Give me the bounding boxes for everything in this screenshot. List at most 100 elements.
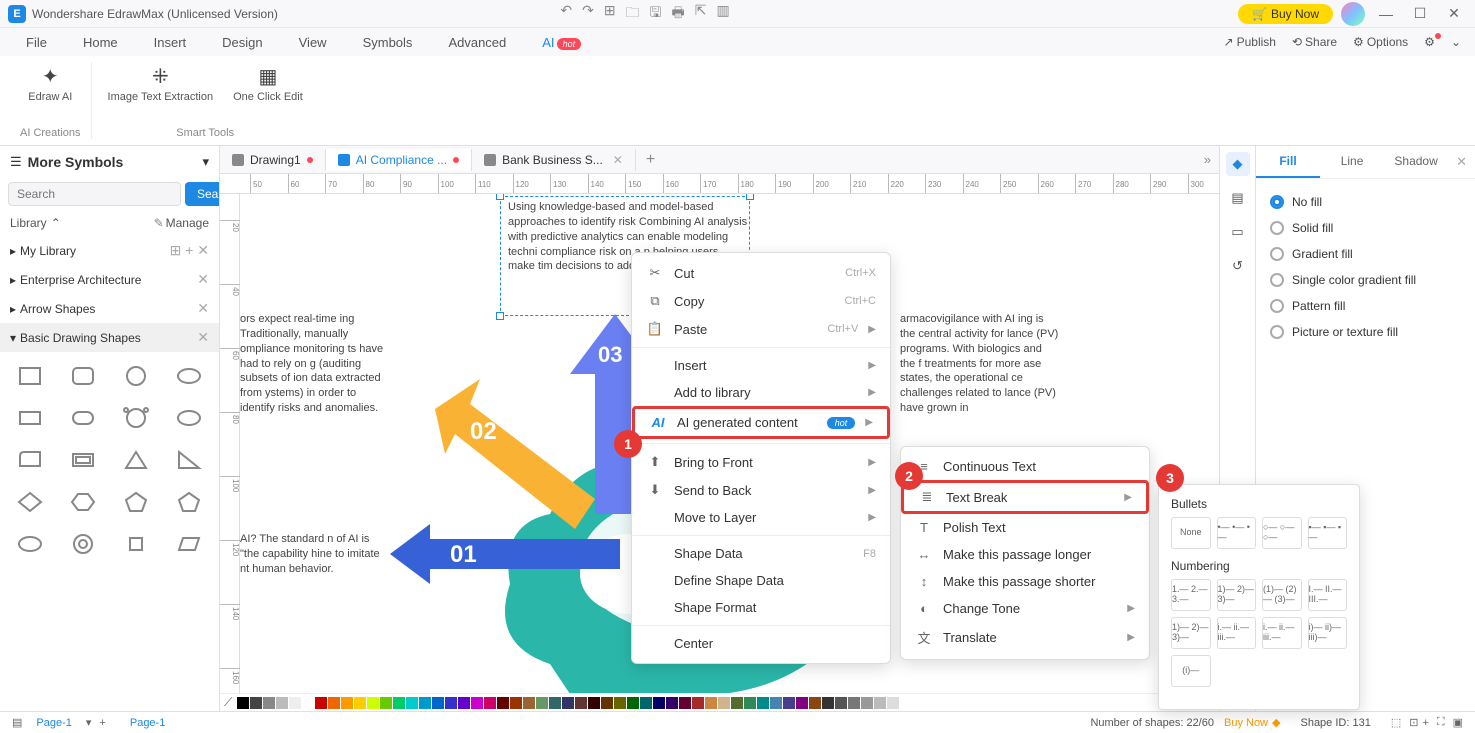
- publish-button[interactable]: ↗ Publish: [1218, 33, 1282, 51]
- color-swatch[interactable]: [523, 697, 535, 709]
- fit-icon[interactable]: ⊡: [1409, 716, 1418, 729]
- color-swatch[interactable]: [614, 697, 626, 709]
- color-swatch[interactable]: [276, 697, 288, 709]
- color-swatch[interactable]: [250, 697, 262, 709]
- fit-page-icon[interactable]: ⛶: [1437, 716, 1445, 729]
- menu-item-paste[interactable]: 📋PasteCtrl+V▶: [632, 315, 890, 343]
- color-swatch[interactable]: [445, 697, 457, 709]
- color-swatch[interactable]: [809, 697, 821, 709]
- fill-tool-icon[interactable]: ◆: [1226, 152, 1250, 176]
- selection-handle[interactable]: [496, 312, 504, 320]
- shape-oval[interactable]: [6, 526, 53, 562]
- tab-shadow[interactable]: Shadow: [1384, 146, 1448, 178]
- menu-item-ai-generated-content[interactable]: AIAI generated contenthot▶: [632, 406, 890, 439]
- shape-right-triangle[interactable]: [166, 442, 213, 478]
- color-swatch[interactable]: [640, 697, 652, 709]
- color-swatch[interactable]: [887, 697, 899, 709]
- color-swatch[interactable]: [549, 697, 561, 709]
- color-swatch[interactable]: [536, 697, 548, 709]
- fullscreen-icon[interactable]: ▣: [1453, 716, 1463, 729]
- open-icon[interactable]: 🗀: [626, 2, 640, 26]
- shape-circle[interactable]: [113, 358, 160, 394]
- tab-drawing1[interactable]: Drawing1: [220, 149, 326, 171]
- menu-item-center[interactable]: Center: [632, 630, 890, 657]
- selection-handle[interactable]: [746, 194, 754, 200]
- color-swatch[interactable]: [354, 697, 366, 709]
- page-tool-icon[interactable]: ▤: [1226, 186, 1250, 210]
- canvas-text-4[interactable]: armacovigilance with AI ing is the centr…: [900, 312, 1060, 416]
- menu-design[interactable]: Design: [204, 31, 280, 54]
- canvas-text-1[interactable]: AI? The standard n of AI is "the capabil…: [240, 532, 390, 577]
- add-tab-button[interactable]: +: [636, 151, 665, 169]
- bullets-square[interactable]: ▪— ▪— ▪—: [1308, 517, 1348, 549]
- menu-item-bring-to-front[interactable]: ⬆Bring to Front▶: [632, 448, 890, 476]
- one-click-edit-button[interactable]: ▦One Click Edit: [227, 62, 309, 106]
- close-section-icon[interactable]: ✕: [197, 329, 209, 346]
- menu-item-continuous-text[interactable]: ≡Continuous Text: [901, 453, 1149, 480]
- bullets-none[interactable]: None: [1171, 517, 1211, 549]
- layers-icon[interactable]: ⬚: [1391, 716, 1401, 729]
- shape-circle2[interactable]: [113, 400, 160, 436]
- menu-item-cut[interactable]: ✂CutCtrl+X: [632, 259, 890, 287]
- section-enterprise[interactable]: ▸ Enterprise Architecture✕: [0, 265, 219, 294]
- menu-item-define-shape-data[interactable]: Define Shape Data: [632, 567, 890, 594]
- fill-option-pattern[interactable]: Pattern fill: [1270, 293, 1461, 319]
- shape-tab[interactable]: [6, 442, 53, 478]
- shape-square[interactable]: [6, 358, 53, 394]
- color-swatch[interactable]: [796, 697, 808, 709]
- hamburger-icon[interactable]: ☰: [10, 154, 22, 170]
- color-swatch[interactable]: [458, 697, 470, 709]
- color-swatch[interactable]: [835, 697, 847, 709]
- numbering-paren-i[interactable]: (i)—: [1171, 655, 1211, 687]
- menu-item-shape-format[interactable]: Shape Format: [632, 594, 890, 621]
- shape-rect2[interactable]: [6, 400, 53, 436]
- new-icon[interactable]: ⊞: [604, 2, 616, 26]
- add-page-icon[interactable]: +: [99, 717, 105, 729]
- minimize-button[interactable]: —: [1373, 1, 1399, 27]
- numbering-roman[interactable]: I.— II.— III.—: [1308, 579, 1348, 611]
- edraw-ai-button[interactable]: ✦Edraw AI: [22, 62, 78, 106]
- shape-hexagon[interactable]: [59, 484, 106, 520]
- search-button[interactable]: Search: [185, 182, 220, 206]
- color-swatch[interactable]: [380, 697, 392, 709]
- fill-option-picture[interactable]: Picture or texture fill: [1270, 319, 1461, 345]
- menu-item-make-this-passage-longer[interactable]: ↔Make this passage longer: [901, 541, 1149, 568]
- menu-item-copy[interactable]: ⧉CopyCtrl+C: [632, 287, 890, 315]
- menu-item-text-break[interactable]: ≣Text Break▶: [901, 480, 1149, 514]
- save-icon[interactable]: 🖫: [650, 2, 662, 26]
- color-swatch[interactable]: [575, 697, 587, 709]
- color-swatch[interactable]: [237, 697, 249, 709]
- menu-symbols[interactable]: Symbols: [345, 31, 431, 54]
- color-swatch[interactable]: [861, 697, 873, 709]
- color-swatch[interactable]: [770, 697, 782, 709]
- edit-icon[interactable]: ✎: [154, 216, 164, 230]
- color-swatch[interactable]: [471, 697, 483, 709]
- shape-square-small[interactable]: [113, 526, 160, 562]
- color-swatch[interactable]: [679, 697, 691, 709]
- gallery-icon[interactable]: ▥: [716, 2, 729, 26]
- color-swatch[interactable]: [874, 697, 886, 709]
- menu-item-add-to-library[interactable]: Add to library▶: [632, 379, 890, 406]
- shape-donut[interactable]: [59, 526, 106, 562]
- color-swatch[interactable]: [367, 697, 379, 709]
- eyedropper-icon[interactable]: ⟋: [224, 695, 232, 710]
- color-swatch[interactable]: [757, 697, 769, 709]
- color-swatch[interactable]: [328, 697, 340, 709]
- bullets-circle[interactable]: ○— ○— ○—: [1262, 517, 1302, 549]
- notification-icon[interactable]: ⚙: [1418, 33, 1441, 51]
- color-swatch[interactable]: [263, 697, 275, 709]
- close-section-icon[interactable]: ✕: [197, 271, 209, 288]
- menu-item-translate[interactable]: 文Translate▶: [901, 622, 1149, 653]
- bullets-disc[interactable]: •— •— •—: [1217, 517, 1257, 549]
- menu-item-polish-text[interactable]: TPolish Text: [901, 514, 1149, 541]
- menu-advanced[interactable]: Advanced: [430, 31, 524, 54]
- close-tab-icon[interactable]: ✕: [613, 153, 623, 167]
- color-swatch[interactable]: [692, 697, 704, 709]
- buy-now-link[interactable]: Buy Now: [1224, 717, 1268, 729]
- color-swatch[interactable]: [497, 697, 509, 709]
- menu-item-change-tone[interactable]: ◐Change Tone▶: [901, 595, 1149, 622]
- fill-option-single-gradient[interactable]: Single color gradient fill: [1270, 267, 1461, 293]
- share-button[interactable]: ⟲ Share: [1286, 33, 1343, 51]
- fill-option-gradient[interactable]: Gradient fill: [1270, 241, 1461, 267]
- numbering-i-dot[interactable]: i.— ii.— iii.—: [1217, 617, 1257, 649]
